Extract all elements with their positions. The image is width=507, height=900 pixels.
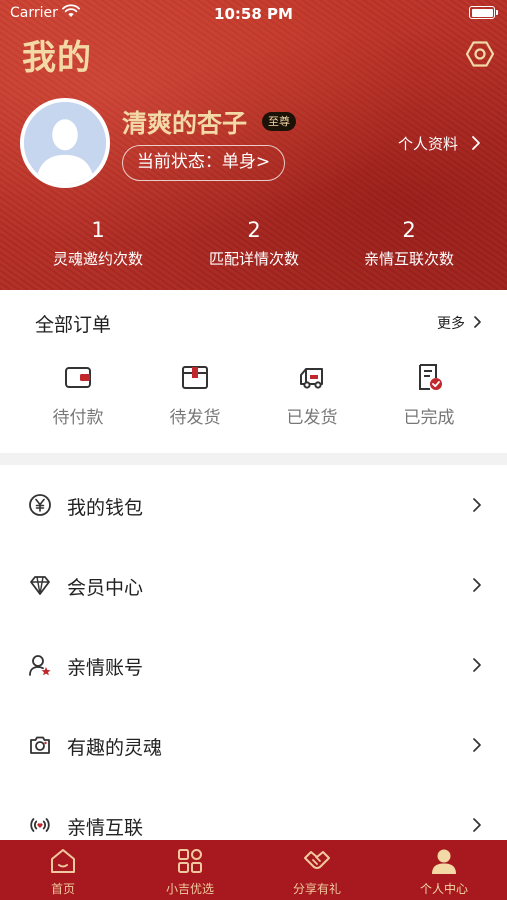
order-completed[interactable]: 已完成 bbox=[371, 362, 487, 428]
tab-label: 分享有礼 bbox=[292, 882, 341, 896]
menu-label: 我的钱包 bbox=[67, 497, 144, 519]
tab-label: 小吉优选 bbox=[165, 882, 214, 896]
stat-value: 2 bbox=[402, 218, 416, 242]
order-shipped[interactable]: 已发货 bbox=[254, 362, 370, 428]
settings-hexagon-icon[interactable] bbox=[466, 40, 494, 68]
order-label: 已发货 bbox=[286, 408, 338, 428]
chevron-right-icon[interactable] bbox=[472, 497, 482, 513]
avatar[interactable] bbox=[20, 98, 110, 188]
relationship-status-button[interactable]: 当前状态：单身> bbox=[122, 145, 285, 181]
diamond-icon bbox=[30, 576, 50, 595]
section-divider bbox=[0, 453, 507, 465]
menu-label: 亲情互联 bbox=[67, 817, 144, 839]
status-bar: Carrier 10:58 PM bbox=[0, 0, 507, 28]
orders-title: 全部订单 bbox=[35, 314, 112, 336]
default-avatar-icon bbox=[24, 102, 106, 184]
handshake-icon bbox=[304, 851, 330, 869]
chevron-right-icon[interactable] bbox=[473, 315, 483, 329]
page-title: 我的 bbox=[22, 38, 92, 78]
menu-item-interesting-soul[interactable]: 有趣的灵魂 bbox=[0, 706, 507, 786]
stat-label: 匹配详情次数 bbox=[208, 250, 299, 268]
tab-personal-center[interactable]: 个人中心 bbox=[381, 840, 507, 900]
tab-label: 个人中心 bbox=[419, 882, 468, 896]
stat-match-details[interactable]: 2 匹配详情次数 bbox=[184, 216, 324, 269]
menu-label: 会员中心 bbox=[67, 577, 144, 599]
stat-soul-invitations[interactable]: 1 灵魂邀约次数 bbox=[28, 216, 168, 269]
truck-icon bbox=[300, 368, 323, 389]
stat-value: 1 bbox=[91, 218, 105, 242]
chevron-right-icon[interactable] bbox=[472, 817, 482, 833]
yen-circle-icon bbox=[29, 494, 51, 516]
chevron-right-icon[interactable] bbox=[472, 577, 482, 593]
user-star-icon bbox=[29, 655, 51, 676]
orders-section: 全部订单 更多 待付款 待发货 已发货 已完成 bbox=[0, 290, 507, 453]
order-label: 待付款 bbox=[52, 408, 104, 428]
menu-item-family-account[interactable]: 亲情账号 bbox=[0, 626, 507, 706]
menu-item-membership[interactable]: 会员中心 bbox=[0, 546, 507, 626]
app-root: Carrier 10:58 PM 我的 清爽的杏子 至尊 当前状态：单身> 个人… bbox=[0, 0, 507, 900]
status-time: 10:58 PM bbox=[214, 5, 293, 23]
person-icon bbox=[432, 849, 456, 874]
battery-icon bbox=[469, 6, 498, 19]
wallet-icon bbox=[65, 367, 91, 388]
stat-label: 亲情互联次数 bbox=[363, 250, 454, 268]
tab-label: 首页 bbox=[50, 882, 75, 896]
menu-label: 有趣的灵魂 bbox=[67, 737, 163, 759]
order-pending-shipment[interactable]: 待发货 bbox=[137, 362, 253, 428]
grid-icon bbox=[178, 849, 202, 873]
broadcast-heart-icon bbox=[30, 818, 50, 832]
profile-header: Carrier 10:58 PM 我的 清爽的杏子 至尊 当前状态：单身> 个人… bbox=[0, 0, 507, 290]
home-icon bbox=[51, 849, 75, 873]
tab-home[interactable]: 首页 bbox=[0, 840, 126, 900]
tab-featured[interactable]: 小吉优选 bbox=[127, 840, 253, 900]
stat-label: 灵魂邀约次数 bbox=[52, 250, 143, 268]
order-label: 待发货 bbox=[169, 408, 221, 428]
order-pending-payment[interactable]: 待付款 bbox=[20, 362, 136, 428]
vip-badge: 至尊 bbox=[262, 112, 296, 131]
menu-label: 亲情账号 bbox=[67, 657, 144, 679]
order-label: 已完成 bbox=[403, 408, 455, 428]
orders-more-link[interactable]: 更多 bbox=[437, 313, 465, 333]
profile-link[interactable]: 个人资料 bbox=[398, 133, 458, 154]
stat-family-connections[interactable]: 2 亲情互联次数 bbox=[339, 216, 479, 269]
chevron-right-icon[interactable] bbox=[472, 657, 482, 673]
receipt-check-icon bbox=[419, 364, 442, 390]
user-name: 清爽的杏子 bbox=[122, 109, 248, 138]
camera-icon bbox=[30, 736, 50, 754]
box-icon bbox=[182, 366, 208, 389]
chevron-right-icon[interactable] bbox=[470, 135, 482, 151]
menu-item-wallet[interactable]: 我的钱包 bbox=[0, 466, 507, 546]
bottom-tab-bar: 首页 小吉优选 分享有礼 个人中心 bbox=[0, 840, 507, 900]
stat-value: 2 bbox=[247, 218, 261, 242]
chevron-right-icon[interactable] bbox=[472, 737, 482, 753]
tab-share-rewards[interactable]: 分享有礼 bbox=[254, 840, 380, 900]
